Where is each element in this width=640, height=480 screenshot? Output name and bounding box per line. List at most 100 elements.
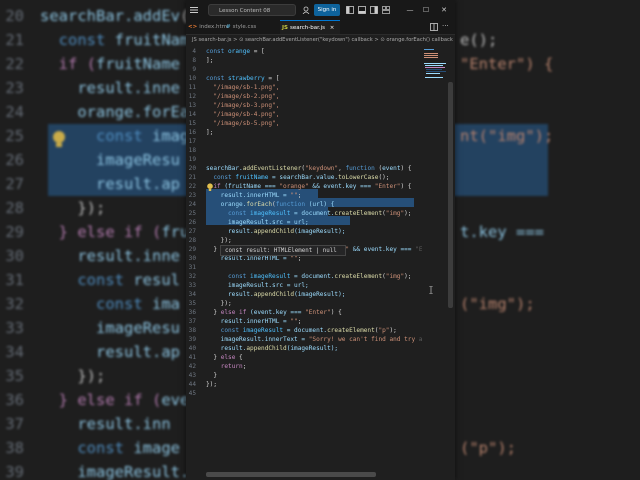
tab-index-html[interactable]: <> index.html: [186, 20, 229, 34]
code-editor[interactable]: 4 const orange = [8]; 9 10 const strawberry …: [186, 45, 422, 475]
close-tab-icon[interactable]: ×: [330, 25, 335, 31]
code-token: function: [275, 201, 309, 208]
code-line[interactable]: 44});: [186, 380, 422, 389]
line-number: 18: [188, 147, 196, 154]
tab-bar: <> index.html # style.css JS search-bar.js …: [186, 20, 455, 35]
code-line[interactable]: 19: [186, 155, 422, 164]
line-number: 43: [188, 372, 196, 379]
code-line[interactable]: 20 searchBar.addEventListener("keydown", …: [186, 164, 422, 173]
customize-layout-icon[interactable]: [382, 6, 390, 14]
code-line[interactable]: 9: [186, 65, 422, 74]
breadcrumb[interactable]: JS search-bar.js > ⊙ searchBar.addEventL…: [186, 35, 455, 45]
code-token: );: [389, 327, 397, 334]
vertical-scrollbar[interactable]: [448, 82, 453, 308]
sign-in-button[interactable]: Sign in: [314, 4, 340, 16]
code-token: = [: [250, 48, 265, 55]
code-line[interactable]: 40 result.appendChild(imageResult);: [186, 344, 422, 353]
line-number: 25: [188, 210, 196, 217]
code-text: const imageResult = document.createEleme…: [206, 209, 411, 218]
code-line[interactable]: 33 imageResult.src = url;: [186, 281, 422, 290]
code-token: (imageResult);: [294, 228, 346, 235]
code-line[interactable]: 21 const fruitName = searchBar.value.toL…: [186, 173, 422, 182]
code-line[interactable]: 24 orange.forEach(function (url) {: [186, 200, 422, 209]
horizontal-scrollbar[interactable]: [206, 472, 376, 477]
code-token: appendChild: [253, 228, 295, 235]
code-token: = document.: [283, 327, 328, 334]
tab-style-css[interactable]: # style.css: [224, 20, 270, 34]
code-token: addEventListener: [242, 165, 302, 172]
code-token: "img": [385, 273, 405, 280]
split-editor-icon[interactable]: [430, 23, 438, 31]
code-line[interactable]: 36 } else if (event.key === "Enter") {: [186, 308, 422, 317]
code-token: ("p");: [460, 439, 516, 457]
tab-label: style.css: [232, 24, 257, 30]
line-number: 8: [192, 57, 196, 64]
code-line[interactable]: 45: [186, 389, 422, 398]
command-center[interactable]: Lesson Content 08: [208, 4, 296, 16]
code-line[interactable]: 25 const imageResult = document.createEl…: [186, 209, 422, 218]
code-token: = searchBar.value.: [268, 174, 339, 181]
line-number: 24: [188, 201, 196, 208]
code-line[interactable]: 22 if (fruitName === "orange" && event.k…: [186, 182, 422, 191]
code-text: "/image/sb-4.png",: [206, 110, 279, 119]
code-line[interactable]: 26 imageResult.src = url;: [186, 218, 422, 227]
line-number: 34: [5, 343, 24, 361]
code-line[interactable]: 16];: [186, 128, 422, 137]
code-token: const: [40, 31, 115, 49]
account-icon[interactable]: [302, 6, 310, 14]
close-window-icon[interactable]: ✕: [438, 4, 450, 16]
tab-search-bar-js[interactable]: JS search-bar.js ×: [280, 20, 340, 34]
code-line[interactable]: 10 const strawberry = [: [186, 74, 422, 83]
code-line[interactable]: 37 result.innerHTML = "";: [186, 317, 422, 326]
code-line[interactable]: 14 "/image/sb-4.png",: [186, 110, 422, 119]
code-line[interactable]: 8];: [186, 56, 422, 65]
minimap[interactable]: [422, 45, 448, 85]
code-text: if (fruitName === "orange" && event.key …: [206, 182, 411, 191]
code-token: ];: [206, 129, 214, 136]
lightbulb-icon[interactable]: [206, 183, 214, 191]
code-line[interactable]: 41 } else {: [186, 353, 422, 362]
code-line[interactable]: 12 "/image/sb-2.png",: [186, 92, 422, 101]
code-token: imageResult.src = url;: [206, 282, 309, 289]
code-text: ];: [206, 128, 213, 137]
code-line[interactable]: 34 result.appendChild(imageResult);: [186, 290, 422, 299]
code-line[interactable]: 28 });: [186, 236, 422, 245]
code-token: );: [404, 273, 412, 280]
code-text: result.appendChild(imageResult);: [206, 227, 345, 236]
code-line[interactable]: 38 const imageResult = document.createEl…: [186, 326, 422, 335]
code-line[interactable]: 32 const imageResult = document.createEl…: [186, 272, 422, 281]
code-line[interactable]: 18: [186, 146, 422, 155]
code-token: apple: [418, 336, 422, 343]
code-text: imageResult.src = url;: [206, 218, 309, 227]
code-line[interactable]: 43 }: [186, 371, 422, 380]
code-line[interactable]: 23 result.innerHTML = "";: [186, 191, 422, 200]
code-line[interactable]: 17: [186, 137, 422, 146]
code-line[interactable]: 11 "/image/sb-1.png",: [186, 83, 422, 92]
code-line[interactable]: 4 const orange = [: [186, 47, 422, 56]
js-file-icon: JS: [282, 25, 289, 31]
minimize-icon[interactable]: —: [404, 4, 416, 16]
code-line[interactable]: 13 "/image/sb-3.png",: [186, 101, 422, 110]
code-line[interactable]: 42 return;: [186, 362, 422, 371]
code-token: "/image/sb-2.png",: [206, 93, 280, 100]
menu-icon[interactable]: [190, 6, 198, 14]
sidebar-icon[interactable]: [370, 6, 378, 14]
maximize-icon[interactable]: ☐: [420, 4, 432, 16]
code-line[interactable]: 31: [186, 263, 422, 272]
code-token: && event.key ===: [308, 183, 375, 190]
code-token: "/image/sb-3.png",: [206, 102, 280, 109]
code-line[interactable]: 39 imageResult.innerText = "Sorry! we ca…: [186, 335, 422, 344]
code-token: "/image/sb-4.png",: [206, 111, 280, 118]
panel-icon[interactable]: [358, 6, 366, 14]
code-text: const imageResult = document.createEleme…: [206, 326, 397, 335]
code-text: result.inn: [40, 412, 170, 436]
code-text: imageResu: [40, 148, 180, 172]
more-actions-icon[interactable]: ···: [442, 20, 452, 34]
code-token: imageResult: [250, 273, 291, 280]
code-token: "orange": [279, 183, 309, 190]
code-line[interactable]: 15 "/image/sb-5.png",: [186, 119, 422, 128]
layout-icon[interactable]: [346, 6, 354, 14]
code-line[interactable]: 35 });: [186, 299, 422, 308]
code-token: ();: [378, 174, 390, 181]
code-line[interactable]: 27 result.appendChild(imageResult);: [186, 227, 422, 236]
